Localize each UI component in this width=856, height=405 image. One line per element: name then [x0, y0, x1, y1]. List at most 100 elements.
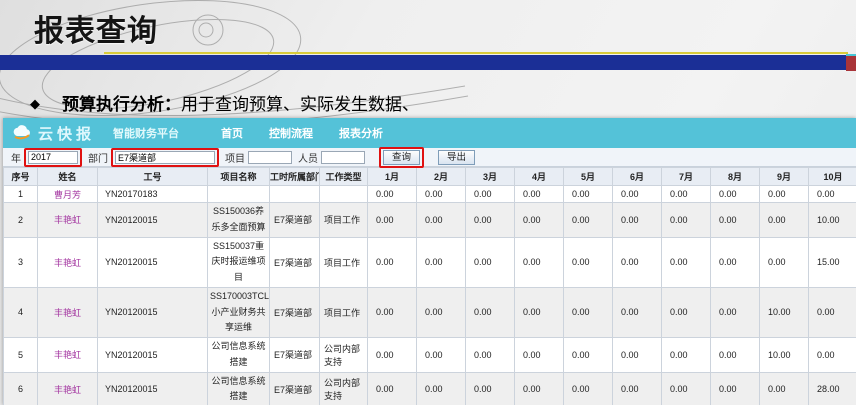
- cell-row-number: 3: [3, 236, 38, 288]
- cell-row-number: 2: [3, 202, 38, 238]
- cell-month-2: 0.00: [416, 202, 466, 238]
- annotation-box-query: 查询: [379, 146, 425, 168]
- cell-department: [269, 185, 320, 203]
- cell-work-type: 项目工作: [319, 236, 368, 288]
- column-header-5: 工时所属部门: [269, 167, 320, 186]
- cell-month-3: 0.00: [465, 185, 515, 203]
- cell-project-name: 公司信息系统搭建: [207, 371, 270, 405]
- employee-name-link[interactable]: 丰艳虹: [37, 202, 98, 238]
- report-table: 序号 姓名 工号 项目名称 工时所属部门 工作类型 1月 2月 3月 4月 5月 6月 7月 8月 9月 10…: [3, 167, 856, 405]
- table-row: 4 丰艳虹 YN20120015 SS170003TCL小产业财务共享运维 E7渠道部项…: [3, 286, 856, 339]
- nav-item-1[interactable]: 首页: [221, 125, 243, 141]
- cell-month-10: 0.00: [808, 337, 856, 373]
- cell-work-type: 项目工作: [319, 202, 368, 238]
- cell-month-6: 0.00: [612, 337, 662, 373]
- nav-item-3[interactable]: 报表分析: [339, 125, 383, 141]
- cell-month-9: 0.00: [759, 202, 809, 238]
- cell-month-10: 28.00: [808, 371, 856, 405]
- cell-month-8: 0.00: [710, 286, 760, 339]
- cell-row-number: 6: [3, 371, 38, 405]
- department-label: 部门: [88, 153, 108, 165]
- cell-project-name: [207, 185, 270, 203]
- cell-month-4: 0.00: [514, 236, 564, 288]
- cell-row-number: 1: [3, 185, 38, 203]
- employee-name-link[interactable]: 丰艳虹: [37, 371, 98, 405]
- column-header-13: 7月: [661, 167, 711, 186]
- employee-name-link[interactable]: 丰艳虹: [37, 337, 98, 373]
- bullet-row: ◆ 预算执行分析：用于查询预算、实际发生数据、: [30, 90, 830, 115]
- annotation-box-year: [24, 147, 82, 167]
- cell-month-8: 0.00: [710, 337, 760, 373]
- cell-month-8: 0.00: [710, 371, 760, 405]
- nav-item-2[interactable]: 控制流程: [269, 125, 313, 141]
- column-header-7: 1月: [367, 167, 417, 186]
- column-header-1: 序号: [3, 167, 38, 186]
- cell-work-type: 项目工作: [319, 286, 368, 339]
- cell-employee-id: YN20120015: [97, 337, 208, 373]
- column-header-11: 5月: [563, 167, 613, 186]
- annotation-box-department: [111, 147, 219, 167]
- cell-department: E7渠道部: [269, 371, 320, 405]
- cell-month-1: 0.00: [367, 337, 417, 373]
- table-row: 2 丰艳虹 YN20120015 SS150036养乐多全面预算 E7渠道部 项目工作 0.…: [3, 202, 856, 238]
- year-label: 年: [11, 153, 21, 165]
- employee-name-link[interactable]: 丰艳虹: [37, 236, 98, 288]
- cell-month-9: 0.00: [759, 236, 809, 288]
- cell-month-9: 10.00: [759, 337, 809, 373]
- person-label: 人员: [298, 153, 318, 165]
- accent-line-yellow: [104, 52, 848, 54]
- cell-month-6: 0.00: [612, 236, 662, 288]
- cell-work-type: [319, 185, 368, 203]
- table-row: 3 丰艳虹 YN20120015 SS150037重庆时报运维项目 E7渠道部 项目工作 0…: [3, 236, 856, 288]
- cell-month-3: 0.00: [465, 236, 515, 288]
- cell-month-2: 0.00: [416, 337, 466, 373]
- cell-department: E7渠道部: [269, 286, 320, 339]
- app-logo[interactable]: 云快报: [11, 123, 95, 144]
- cell-month-8: 0.00: [710, 202, 760, 238]
- query-button[interactable]: 查询: [383, 149, 421, 165]
- cell-project-name: SS150037重庆时报运维项目: [207, 236, 270, 288]
- column-header-10: 4月: [514, 167, 564, 186]
- cell-month-2: 0.00: [416, 236, 466, 288]
- cell-month-3: 0.00: [465, 202, 515, 238]
- filter-bar: 年 部门 项目 人员 查询 导出: [3, 146, 856, 168]
- cell-row-number: 4: [3, 286, 38, 339]
- cell-month-7: 0.00: [661, 286, 711, 339]
- department-input[interactable]: [115, 150, 215, 164]
- column-header-2: 姓名: [37, 167, 98, 186]
- cell-month-8: 0.00: [710, 236, 760, 288]
- export-button[interactable]: 导出: [438, 149, 476, 165]
- cell-month-1: 0.00: [367, 185, 417, 203]
- cell-month-7: 0.00: [661, 337, 711, 373]
- employee-name-link[interactable]: 丰艳虹: [37, 286, 98, 339]
- cell-work-type: 公司内部支持: [319, 337, 368, 373]
- year-input[interactable]: [28, 150, 78, 164]
- cell-month-10: 15.00: [808, 236, 856, 288]
- cell-month-9: 0.00: [759, 185, 809, 203]
- bullet-diamond-icon: ◆: [30, 96, 40, 111]
- cell-employee-id: YN20120015: [97, 202, 208, 238]
- cell-project-name: SS150036养乐多全面预算: [207, 202, 270, 238]
- bullet-heading: 预算执行分析：: [62, 95, 181, 114]
- cell-department: E7渠道部: [269, 337, 320, 373]
- column-header-4: 项目名称: [207, 167, 270, 186]
- cell-row-number: 5: [3, 337, 38, 373]
- cell-employee-id: YN20120015: [97, 371, 208, 405]
- cell-month-1: 0.00: [367, 236, 417, 288]
- cell-month-4: 0.00: [514, 337, 564, 373]
- cell-month-10: 10.00: [808, 202, 856, 238]
- cell-month-5: 0.00: [563, 337, 613, 373]
- cell-month-4: 0.00: [514, 286, 564, 339]
- cell-month-10: 0.00: [808, 185, 856, 203]
- project-label: 项目: [225, 153, 245, 165]
- cell-month-6: 0.00: [612, 185, 662, 203]
- cell-month-3: 0.00: [465, 337, 515, 373]
- project-input[interactable]: [248, 150, 292, 164]
- cell-month-7: 0.00: [661, 236, 711, 288]
- cell-month-1: 0.00: [367, 371, 417, 405]
- table-row: 1 曹月芳 YN20170183 0.00 0.00 0.00 0.00 0.00 0.00 0.…: [3, 185, 856, 203]
- employee-name-link[interactable]: 曹月芳: [37, 185, 98, 203]
- person-input[interactable]: [321, 150, 365, 164]
- table-row: 6 丰艳虹 YN20120015 公司信息系统搭建 E7渠道部 公司内部支持 0.00 0.0…: [3, 371, 856, 405]
- app-header: 云快报 智能财务平台 首页 控制流程 报表分析: [3, 118, 856, 148]
